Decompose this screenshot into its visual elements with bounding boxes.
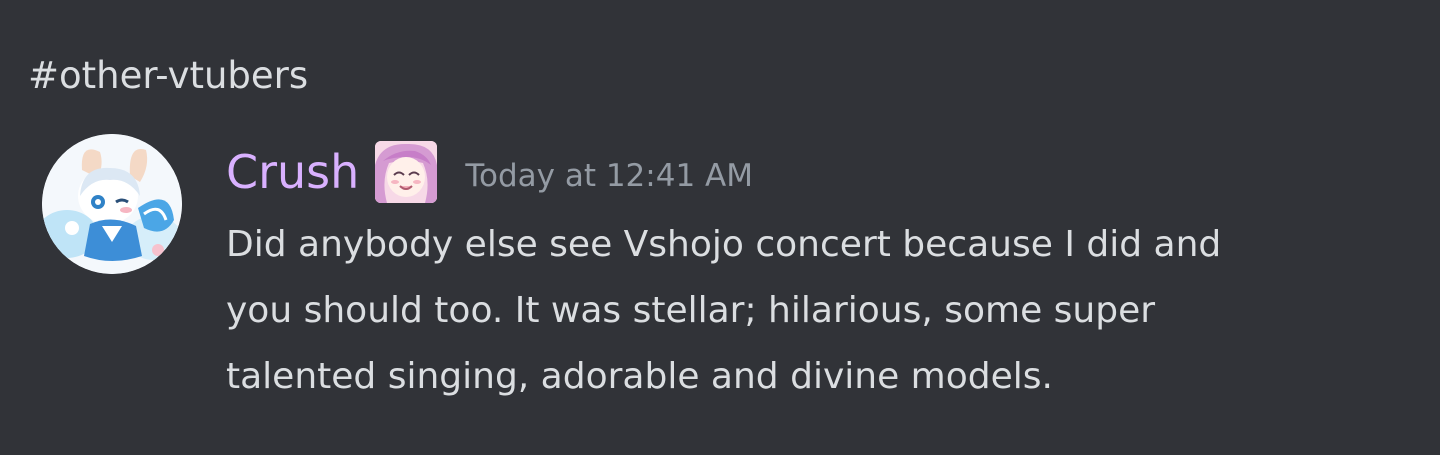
anime-girl-role-icon[interactable] (375, 141, 438, 203)
message-content: Did anybody else see Vshojo concert beca… (226, 212, 1396, 410)
channel-name[interactable]: #other-vtubers (28, 50, 308, 102)
discord-message-view: #other-vtubers Crush Today at 12:41 AM D… (0, 0, 1440, 455)
message-line: talented singing, adorable and divine mo… (226, 356, 1053, 397)
avatar-image (42, 134, 182, 274)
message-line: Did anybody else see Vshojo concert beca… (226, 224, 1222, 265)
chat-message[interactable]: Crush Today at 12:41 AM Did anybody else… (42, 132, 1412, 442)
message-line: you should too. It was stellar; hilariou… (226, 290, 1156, 331)
message-timestamp[interactable]: Today at 12:41 AM (465, 148, 753, 196)
user-avatar[interactable] (42, 134, 182, 274)
username[interactable]: Crush (226, 144, 359, 200)
message-header: Crush Today at 12:41 AM (226, 141, 753, 203)
